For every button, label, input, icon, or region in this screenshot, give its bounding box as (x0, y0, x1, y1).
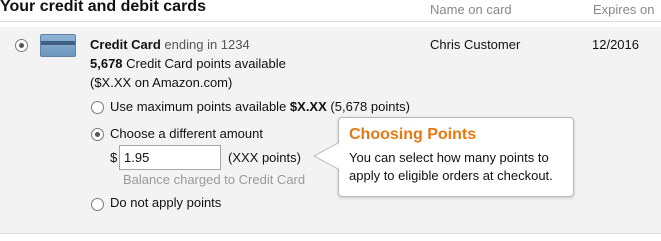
card-points-line: 5,678 Credit Card points available (90, 56, 286, 71)
card-expiration: 12/2016 (592, 37, 639, 52)
expires-on-column-header: Expires on (593, 2, 655, 17)
balance-note: Balance charged to Credit Card (123, 172, 306, 187)
card-name: Credit Card (90, 37, 161, 52)
max-points-radio[interactable] (91, 101, 104, 114)
currency-symbol: $ (110, 150, 118, 165)
no-points-label[interactable]: Do not apply points (110, 195, 221, 210)
card-title-line: Credit Card ending in 1234 (90, 37, 250, 52)
callout-title: Choosing Points (349, 126, 477, 143)
points-amount-input[interactable] (119, 145, 221, 170)
max-points-option[interactable]: Use maximum points available $X.XX (5,67… (110, 99, 410, 114)
points-value: ($X.XX on Amazon.com) (90, 75, 233, 90)
no-points-radio[interactable] (91, 198, 104, 211)
choosing-points-callout: Choosing Points You can select how many … (338, 117, 574, 197)
custom-amount-radio[interactable] (91, 128, 104, 141)
section-title: Your credit and debit cards (0, 0, 206, 15)
max-points-label: Use maximum points available (110, 99, 287, 114)
custom-amount-label[interactable]: Choose a different amount (110, 126, 263, 141)
card-ending: ending in 1234 (164, 37, 250, 52)
cards-header: Your credit and debit cards Name on card… (0, 0, 661, 22)
custom-points-count: (XXX points) (228, 150, 301, 165)
callout-line-2: apply to eligible orders at checkout. (349, 168, 553, 183)
callout-line-1: You can select how many points to (349, 150, 549, 165)
max-points-count: (5,678 points) (330, 99, 410, 114)
card-holder-name: Chris Customer (430, 37, 521, 52)
points-count: 5,678 (90, 56, 123, 71)
callout-pointer-fill (315, 143, 339, 169)
name-on-card-column-header: Name on card (430, 2, 512, 17)
credit-card-icon (40, 34, 76, 57)
callout-body: You can select how many points to apply … (349, 149, 553, 185)
points-label: Credit Card points available (126, 56, 286, 71)
max-points-amount: $X.XX (289, 99, 327, 114)
card-select-radio[interactable] (15, 39, 28, 52)
card-stripe (41, 41, 75, 45)
